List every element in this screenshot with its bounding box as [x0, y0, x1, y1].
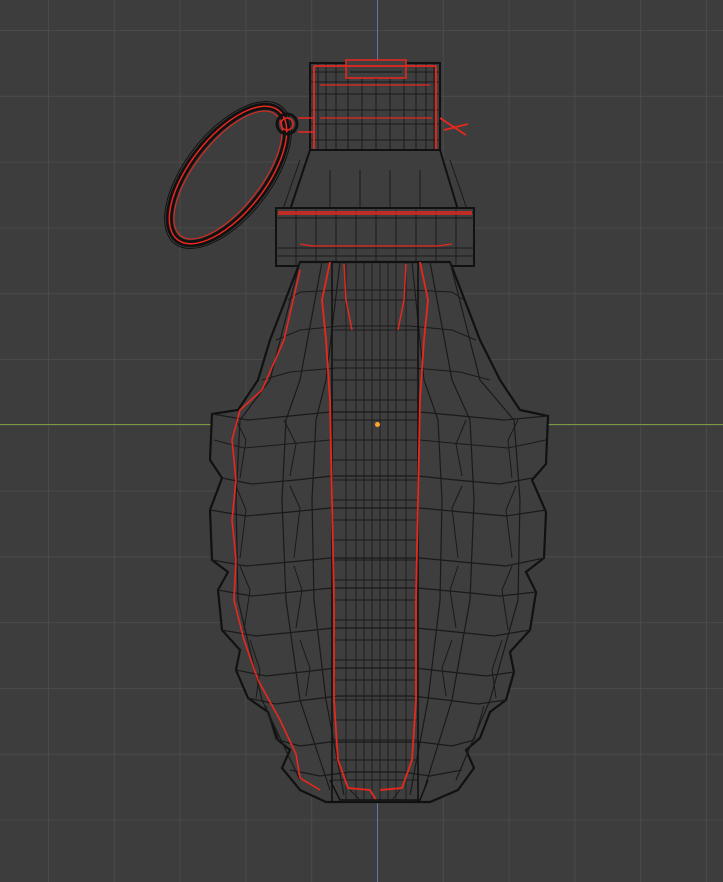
grenade-mesh[interactable] — [0, 0, 723, 882]
grenade-body[interactable] — [208, 260, 550, 804]
3d-viewport[interactable] — [0, 0, 723, 882]
collar[interactable] — [275, 149, 475, 267]
object-origin-point[interactable] — [375, 422, 380, 427]
